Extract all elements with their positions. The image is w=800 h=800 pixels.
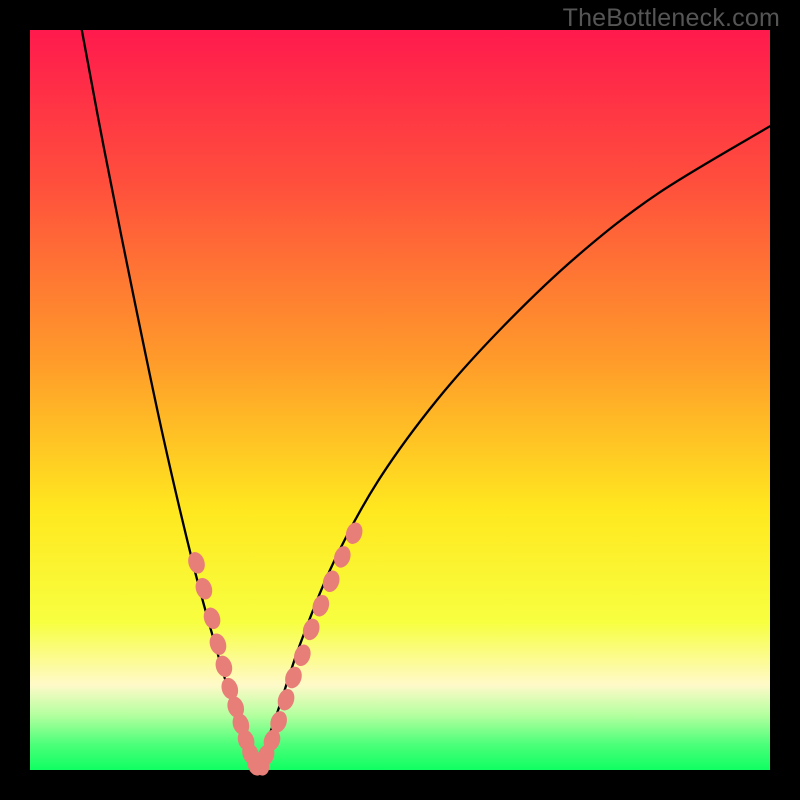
- watermark-text: TheBottleneck.com: [563, 4, 780, 33]
- plot-bg: [30, 30, 770, 770]
- chart-svg: [0, 0, 800, 800]
- chart-frame: TheBottleneck.com: [0, 0, 800, 800]
